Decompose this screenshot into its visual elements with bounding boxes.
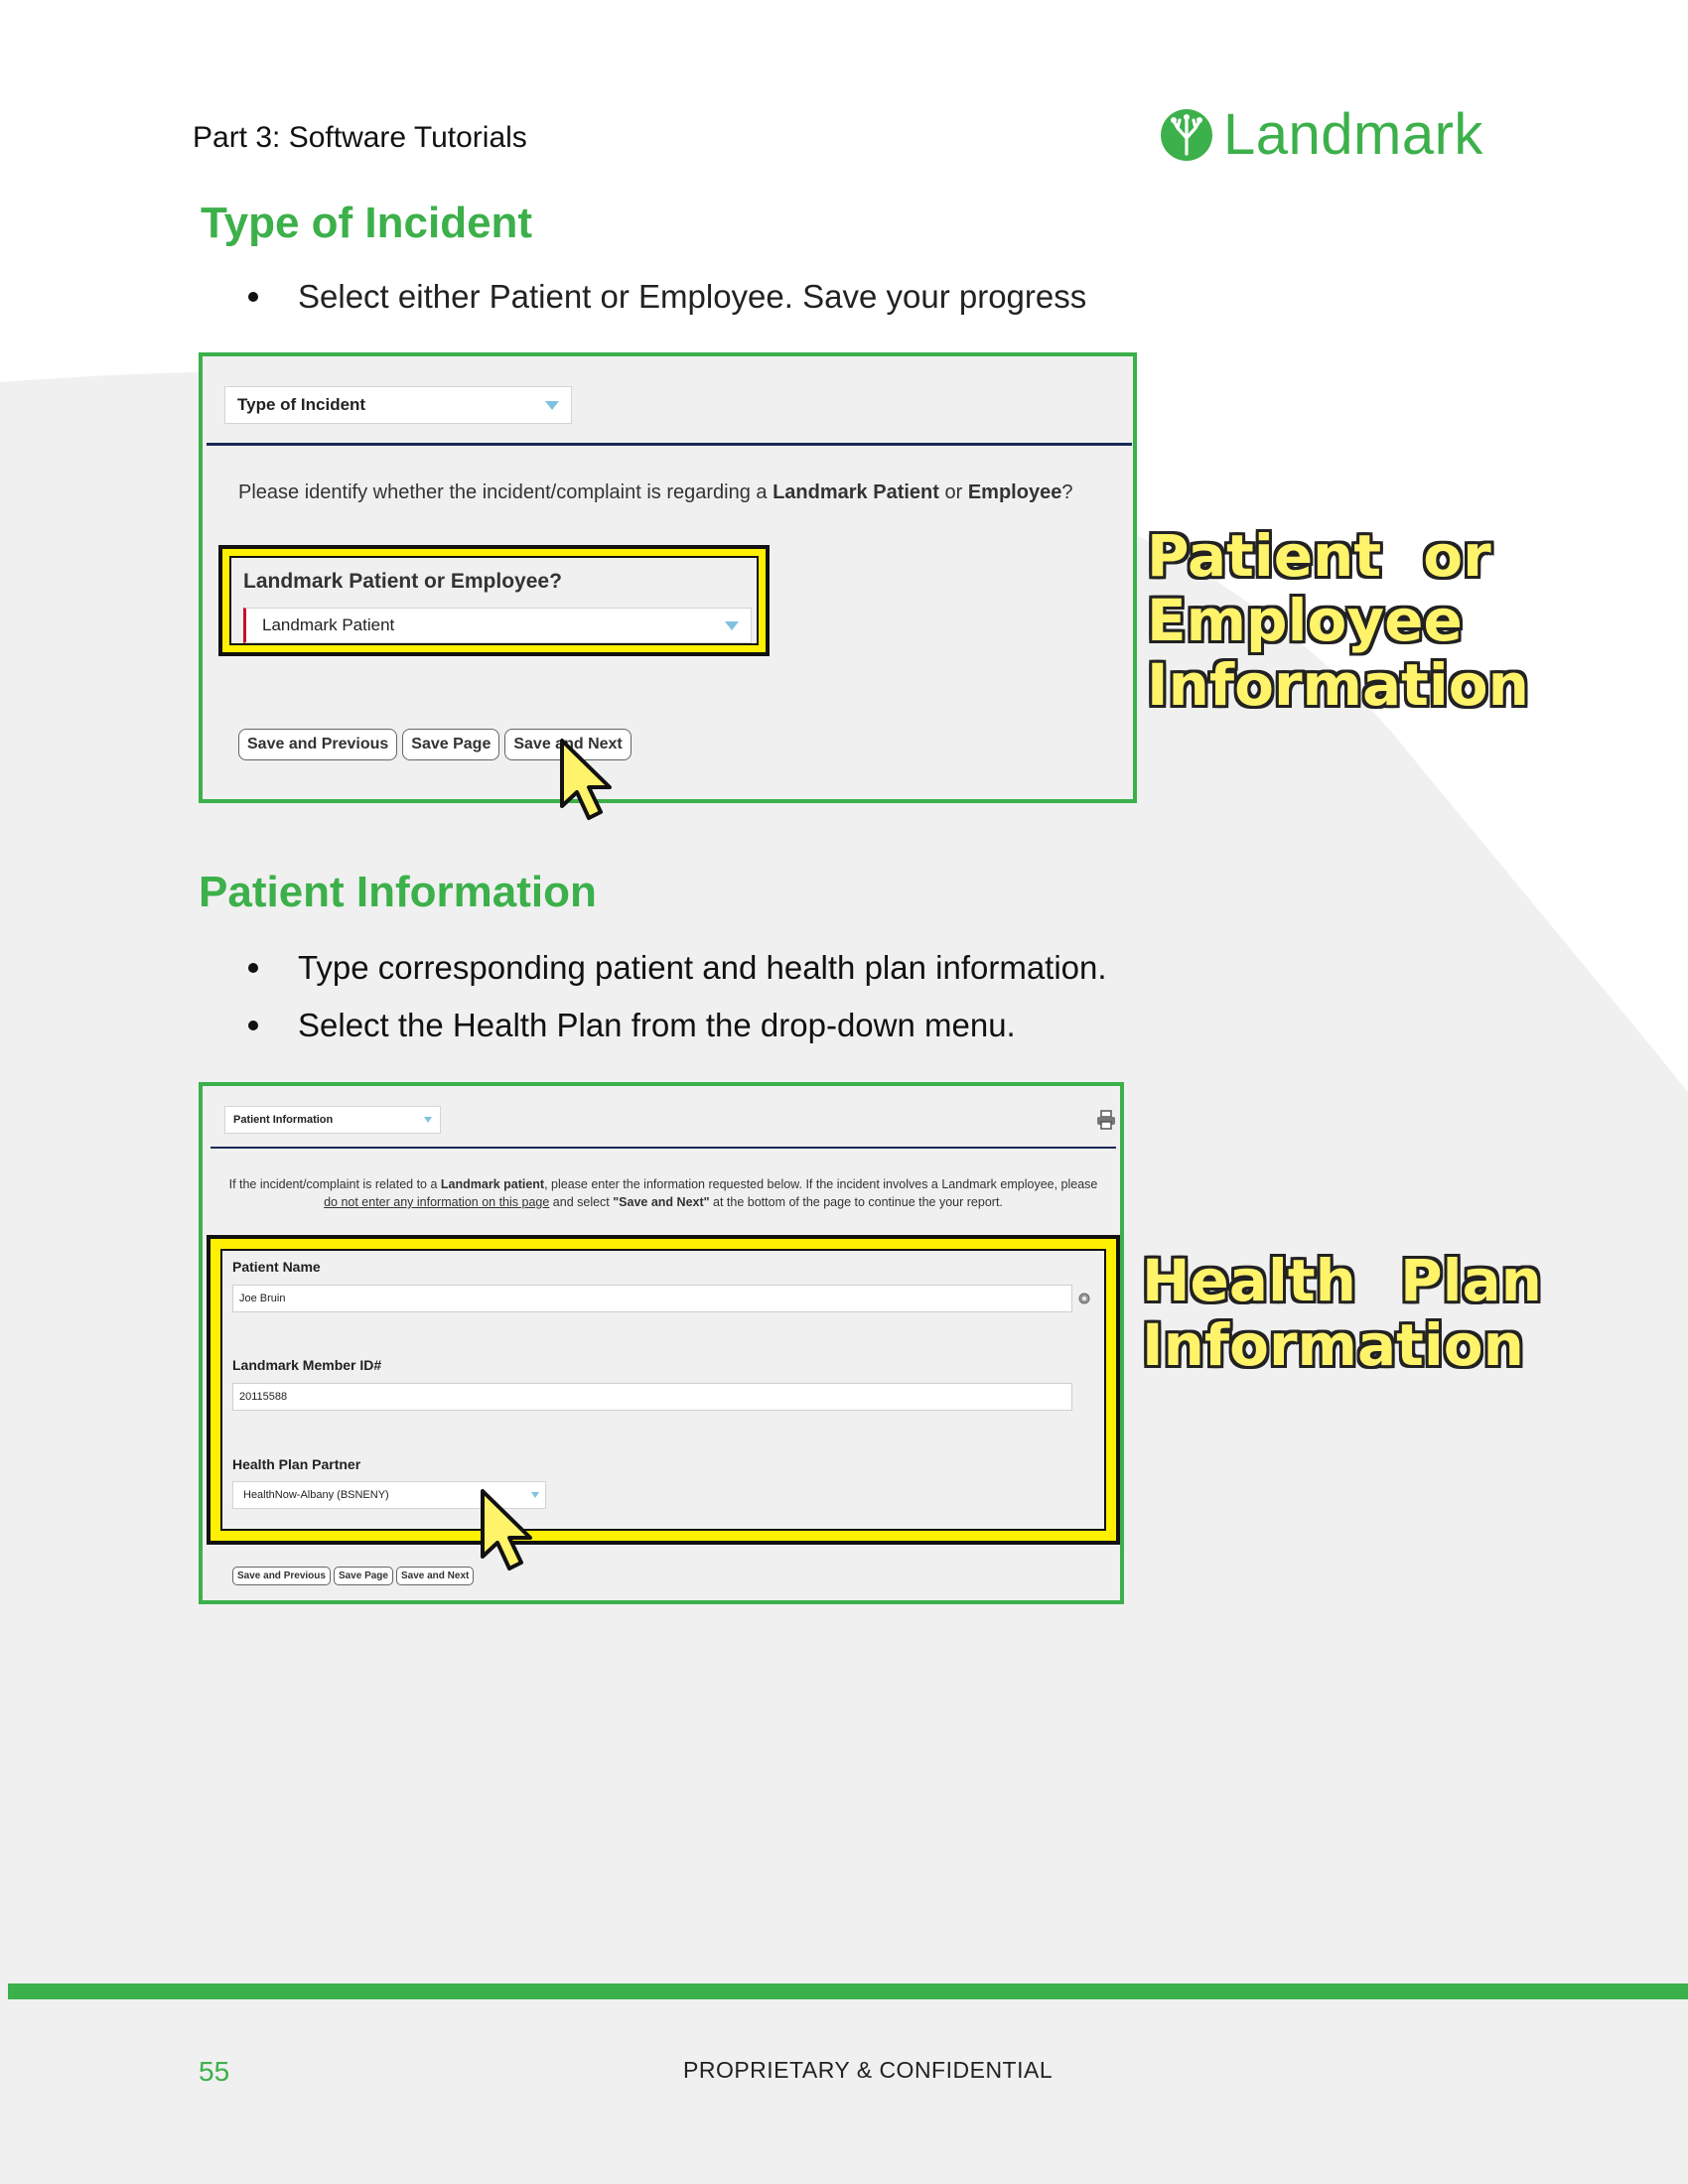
list-item: Select the Health Plan from the drop-dow…	[240, 1007, 1107, 1044]
instructions-line-2: do not enter any information on this pag…	[211, 1193, 1116, 1211]
prompt-bold-employee: Employee	[967, 481, 1062, 503]
divider	[211, 1147, 1116, 1149]
patient-information-dropdown[interactable]: Patient Information	[224, 1106, 441, 1134]
chevron-down-icon	[424, 1117, 432, 1123]
callout-health-plan: Health Plan Information	[1142, 1249, 1542, 1378]
button-row: Save and Previous Save Page Save and Nex…	[232, 1567, 475, 1585]
part-label: Part 3: Software Tutorials	[193, 121, 527, 154]
prompt-text-mid: or	[938, 481, 968, 503]
save-and-previous-button[interactable]: Save and Previous	[238, 729, 398, 760]
instructions-text: If the incident/complaint is related to …	[211, 1175, 1116, 1211]
member-id-label: Landmark Member ID#	[232, 1357, 382, 1373]
bullet-text: Select either Patient or Employee. Save …	[298, 278, 1087, 315]
select-value: Landmark Patient	[262, 615, 395, 634]
list-item: Select either Patient or Employee. Save …	[240, 278, 1086, 316]
printer-icon[interactable]	[1096, 1110, 1116, 1130]
instr-bold: "Save and Next"	[613, 1195, 710, 1209]
callout-line: Patient or	[1147, 522, 1491, 590]
tree-icon	[1161, 108, 1212, 161]
divider	[207, 443, 1132, 446]
cursor-arrow-icon	[481, 1489, 532, 1570]
member-id-input[interactable]: 20115588	[232, 1383, 1072, 1411]
patient-employee-field-group: Landmark Patient or Employee? Landmark P…	[229, 556, 759, 645]
screenshot-type-of-incident: Type of Incident Please identify whether…	[199, 352, 1137, 803]
instructions-line-1: If the incident/complaint is related to …	[211, 1175, 1116, 1193]
patient-name-label: Patient Name	[232, 1259, 321, 1275]
cursor-arrow-icon	[560, 739, 612, 820]
save-and-next-button[interactable]: Save and Next	[395, 1567, 475, 1585]
section1-bullets: Select either Patient or Employee. Save …	[240, 278, 1086, 334]
field-label: Landmark Patient or Employee?	[243, 570, 562, 593]
patient-fields-group: Patient Name Joe Bruin Landmark Member I…	[220, 1249, 1106, 1531]
section-title-patient-information: Patient Information	[199, 868, 597, 916]
section2-bullets: Type corresponding patient and health pl…	[240, 949, 1107, 1062]
health-plan-label: Health Plan Partner	[232, 1456, 361, 1472]
screenshot-patient-information: Patient Information If the incident/comp…	[199, 1082, 1124, 1604]
bullet-text: Select the Health Plan from the drop-dow…	[298, 1007, 1016, 1043]
type-of-incident-dropdown[interactable]: Type of Incident	[224, 386, 572, 424]
confidential-notice: PROPRIETARY & CONFIDENTIAL	[683, 2057, 1054, 2083]
instr-text: If the incident/complaint is related to …	[228, 1177, 441, 1191]
prompt-bold-patient: Landmark Patient	[773, 481, 939, 503]
info-icon[interactable]	[1078, 1293, 1090, 1304]
dropdown-label: Type of Incident	[237, 395, 366, 414]
callout-line: Health Plan	[1142, 1247, 1542, 1314]
highlight-box: Patient Name Joe Bruin Landmark Member I…	[207, 1235, 1120, 1545]
save-page-button[interactable]: Save Page	[333, 1567, 393, 1585]
select-value: HealthNow-Albany (BSNENY)	[243, 1489, 389, 1501]
logo-text: Landmark	[1223, 102, 1483, 167]
bullet-text: Type corresponding patient and health pl…	[298, 949, 1107, 986]
save-and-previous-button[interactable]: Save and Previous	[232, 1567, 331, 1585]
chevron-down-icon	[725, 620, 739, 630]
section-title-type-of-incident: Type of Incident	[201, 199, 533, 247]
instr-text: and select	[549, 1195, 614, 1209]
input-value: 20115588	[239, 1391, 288, 1403]
bullet-dot	[248, 292, 258, 302]
page-number: 55	[199, 2056, 230, 2087]
prompt-text: Please identify whether the incident/com…	[238, 481, 774, 503]
patient-or-employee-select[interactable]: Landmark Patient	[243, 608, 752, 643]
callout-line: Information	[1147, 650, 1529, 719]
incident-prompt: Please identify whether the incident/com…	[238, 481, 1072, 504]
dropdown-label: Patient Information	[233, 1114, 334, 1126]
instr-text: at the bottom of the page to continue th…	[709, 1195, 1003, 1209]
instr-underline: do not enter any information on this pag…	[324, 1195, 550, 1209]
bullet-dot	[248, 1021, 258, 1030]
callout-line: Information	[1142, 1310, 1524, 1379]
callout-line: Employee	[1147, 586, 1463, 654]
chevron-down-icon	[545, 400, 559, 410]
highlight-box: Landmark Patient or Employee? Landmark P…	[218, 545, 770, 656]
footer-bar	[8, 1983, 1688, 1999]
list-item: Type corresponding patient and health pl…	[240, 949, 1107, 987]
landmark-logo: Landmark	[1160, 101, 1483, 168]
save-page-button[interactable]: Save Page	[402, 729, 500, 760]
input-value: Joe Bruin	[239, 1293, 286, 1304]
instr-text: , please enter the information requested…	[544, 1177, 1098, 1191]
patient-name-input[interactable]: Joe Bruin	[232, 1285, 1072, 1312]
instr-bold: Landmark patient	[440, 1177, 545, 1191]
callout-patient-employee: Patient or Employee Information	[1147, 524, 1529, 718]
prompt-suffix: ?	[1061, 481, 1073, 503]
bullet-dot	[248, 963, 258, 973]
